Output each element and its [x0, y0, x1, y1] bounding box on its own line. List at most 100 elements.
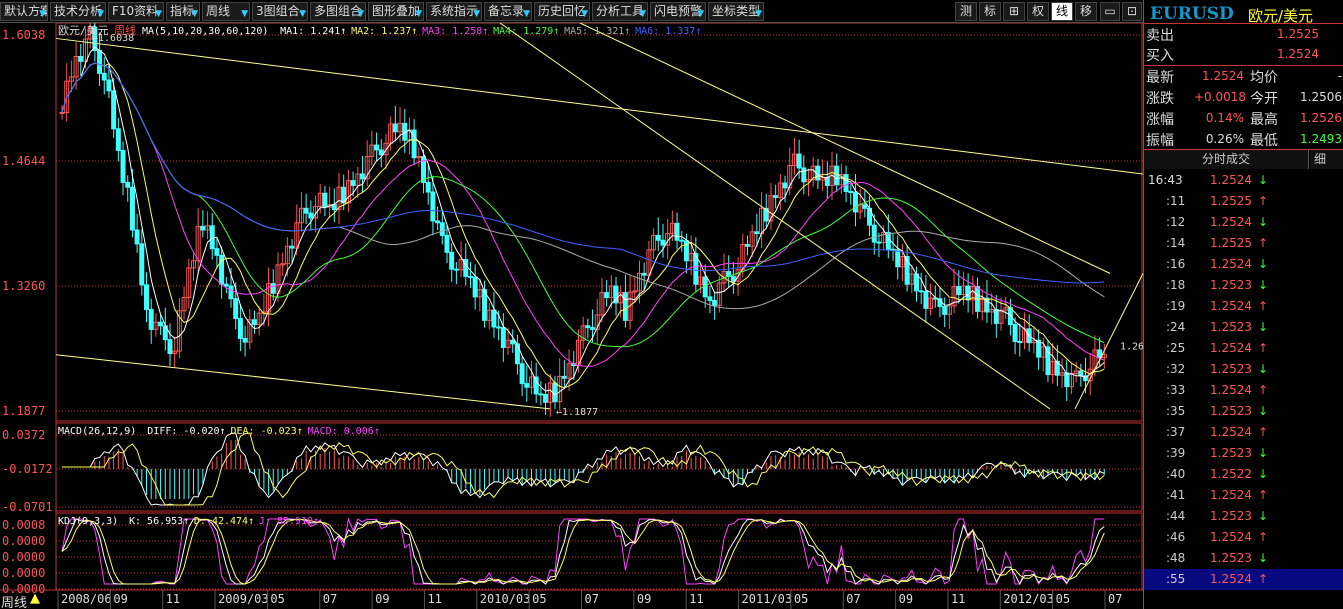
tick-row[interactable]: :14 1.2525 ↑	[1144, 233, 1343, 254]
candle-body	[125, 181, 131, 188]
tick-row[interactable]: :44 1.2523 ↓	[1144, 506, 1343, 527]
chevron-down-icon: ▼	[473, 9, 480, 19]
tick-time: :48	[1166, 551, 1186, 565]
toolbar-button-4[interactable]: 周线 ▼	[202, 2, 250, 21]
tool-button-0[interactable]: 测	[955, 2, 977, 21]
tick-time: :44	[1166, 509, 1186, 523]
j-line	[61, 517, 1105, 586]
stat-label: 最高	[1250, 112, 1278, 128]
tick-row[interactable]: :41 1.2524 ↑	[1144, 485, 1343, 506]
toolbar-button-7[interactable]: 图形叠加 ▼	[368, 2, 424, 21]
sell-value: 1.2525	[1277, 27, 1319, 41]
tick-price: 1.2524	[1210, 530, 1252, 544]
candle-body	[59, 112, 65, 115]
tick-row[interactable]: :25 1.2524 ↑	[1144, 338, 1343, 359]
ma-legend-item: MA1: 1.241↑	[280, 26, 346, 37]
candle-body	[834, 165, 840, 186]
tick-row[interactable]: :11 1.2525 ↑	[1144, 191, 1343, 212]
candle-body	[228, 285, 234, 300]
tick-row[interactable]: :18 1.2523 ↓	[1144, 275, 1343, 296]
tick-price: 1.2523	[1210, 551, 1252, 565]
arrow-down-icon: ↓	[1258, 173, 1269, 187]
candle-body	[660, 239, 666, 246]
tick-row[interactable]: :55 1.2524 ↑	[1144, 569, 1343, 590]
tab-detail[interactable]: 细	[1310, 150, 1343, 169]
chevron-down-icon: ▼	[299, 9, 306, 19]
tick-row[interactable]: :46 1.2524 ↑	[1144, 527, 1343, 548]
arrow-down-icon: ↓	[1258, 551, 1269, 565]
tick-price: 1.2524	[1210, 215, 1252, 229]
tick-row[interactable]: :24 1.2523 ↓	[1144, 317, 1343, 338]
tick-time: 16:43	[1148, 173, 1183, 187]
candle-body	[97, 49, 103, 74]
candle-body	[852, 191, 858, 213]
tick-time: :11	[1166, 194, 1186, 208]
tick-price: 1.2523	[1210, 278, 1252, 292]
tick-row[interactable]: 16:43 1.2524 ↓	[1144, 170, 1343, 191]
candle-body	[237, 318, 243, 339]
candle-body	[209, 225, 215, 250]
candle-body	[430, 191, 436, 222]
stat-label: 振幅	[1146, 133, 1174, 149]
tick-row[interactable]: :12 1.2524 ↓	[1144, 212, 1343, 233]
macd-legend-item: DIFF: -0.020↑	[147, 426, 225, 437]
toolbar-button-3[interactable]: 指标 ▼	[166, 2, 200, 21]
toolbar-button-6[interactable]: 多图组合 ▼	[310, 2, 366, 21]
tick-row[interactable]: :39 1.2523 ↓	[1144, 443, 1343, 464]
toolbar-button-label: F10资料	[112, 4, 159, 18]
toolbar-button-label: 技术分析	[54, 4, 103, 18]
tick-row[interactable]: :32 1.2523 ↓	[1144, 359, 1343, 380]
tool-button-1[interactable]: 标	[979, 2, 1001, 21]
toolbar-button-0[interactable]: 默认方案 ▼	[0, 2, 48, 21]
tick-time: :24	[1166, 320, 1186, 334]
toolbar-button-12[interactable]: 闪电预警 ▼	[650, 2, 706, 21]
buy-value: 1.2524	[1277, 47, 1319, 61]
candle-body	[500, 327, 506, 348]
maximize-icon[interactable]: ⊡	[1122, 2, 1142, 21]
toolbar-button-2[interactable]: F10资料 ▼	[108, 2, 164, 21]
tick-time: :33	[1166, 383, 1186, 397]
period-label[interactable]: 周线	[1, 592, 27, 609]
tick-row[interactable]: :33 1.2524 ↑	[1144, 380, 1343, 401]
candle-body	[730, 275, 736, 282]
tick-row[interactable]: :16 1.2524 ↓	[1144, 254, 1343, 275]
toolbar-button-1[interactable]: 技术分析 ▼	[50, 2, 106, 21]
tab-tick-trades[interactable]: 分时成交	[1144, 150, 1309, 169]
tool-button-3[interactable]: 权	[1027, 2, 1049, 21]
tick-row[interactable]: :40 1.2522 ↓	[1144, 464, 1343, 485]
tick-price: 1.2525	[1210, 194, 1252, 208]
tick-row[interactable]: :48 1.2523 ↓	[1144, 548, 1343, 569]
candle-body	[449, 251, 455, 270]
toolbar-button-8[interactable]: 系统指示 ▼	[426, 2, 482, 21]
tick-price: 1.2524	[1210, 341, 1252, 355]
tick-row[interactable]: :35 1.2523 ↓	[1144, 401, 1343, 422]
price-panel-frame	[55, 23, 1143, 422]
tool-button-4[interactable]: 线	[1051, 2, 1073, 21]
toolbar-button-9[interactable]: 备忘录 ▼	[484, 2, 532, 21]
candle-body	[590, 327, 596, 330]
candle-body	[439, 222, 445, 236]
candle-body	[1017, 340, 1023, 343]
tick-time: :35	[1166, 404, 1186, 418]
tick-price: 1.2524	[1210, 572, 1252, 586]
candle-body	[111, 90, 117, 130]
toolbar-button-5[interactable]: 3图组合 ▼	[252, 2, 308, 21]
tick-row[interactable]: :37 1.2524 ↑	[1144, 422, 1343, 443]
candle-body	[496, 326, 502, 329]
candle-body	[322, 192, 328, 208]
candle-body	[1078, 370, 1084, 377]
kdj-tick-label: 0.0000	[2, 566, 45, 580]
toolbar-button-11[interactable]: 分析工具 ▼	[592, 2, 648, 21]
candle-body	[1045, 346, 1051, 376]
restore-icon[interactable]: ▭	[1100, 2, 1120, 21]
tool-button-5[interactable]: 移	[1075, 2, 1097, 21]
triangle-up-icon[interactable]: ▲	[30, 591, 40, 606]
chart-area[interactable]: 1.6038 1.4644 1.3260 1.1877 0.0372 -0.0172 -0.…	[0, 23, 1143, 609]
candle-body	[115, 128, 121, 151]
candle-body	[167, 339, 173, 354]
toolbar-button-13[interactable]: 坐标类型 ▼	[708, 2, 764, 21]
toolbar-button-10[interactable]: 历史回忆 ▼	[534, 2, 590, 21]
tick-row[interactable]: :19 1.2524 ↑	[1144, 296, 1343, 317]
tool-button-2[interactable]: ⊞	[1003, 2, 1025, 21]
ma-legend-item: MA4: 1.279↑	[493, 26, 559, 37]
